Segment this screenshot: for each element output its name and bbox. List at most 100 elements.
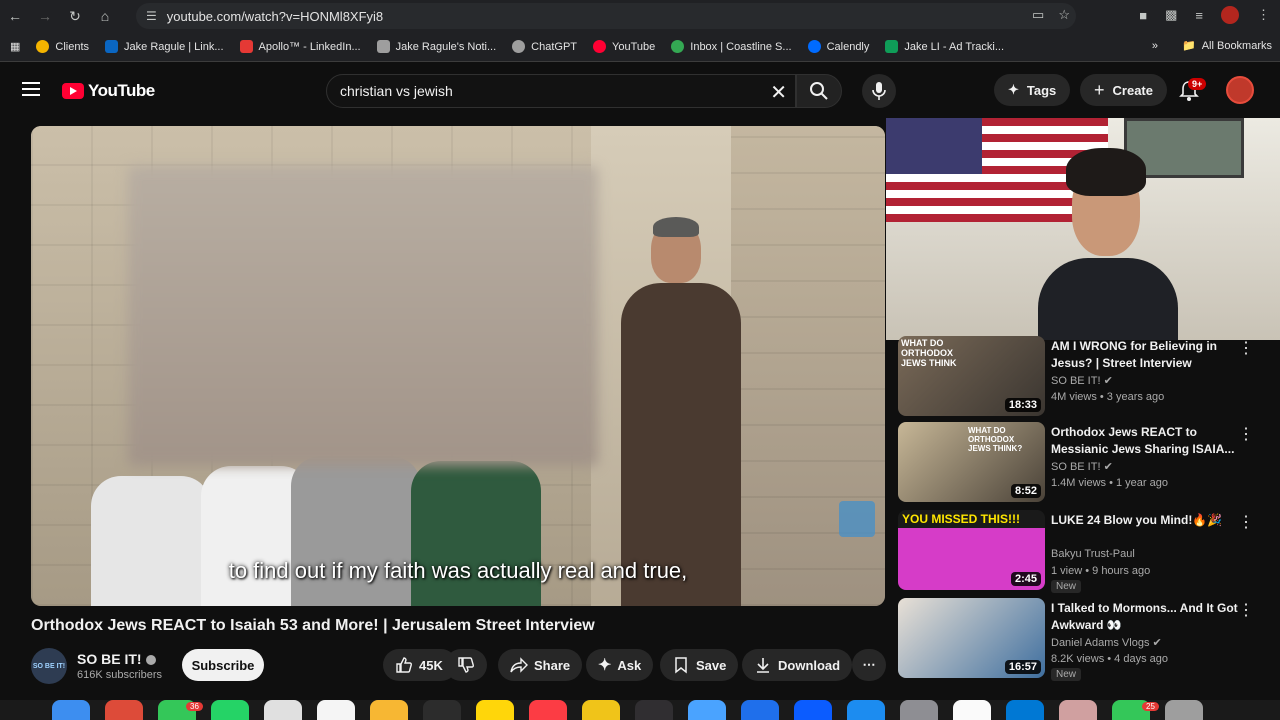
home-icon[interactable]: ⌂ — [90, 0, 120, 32]
forward-icon[interactable]: → — [30, 0, 60, 32]
obs-icon[interactable] — [635, 700, 673, 720]
voice-search-button[interactable] — [862, 74, 896, 108]
youtube-logo[interactable]: YouTube — [62, 81, 155, 101]
bookmark-item[interactable]: Clients — [28, 40, 97, 53]
bookmark-item[interactable]: Jake LI - Ad Tracki... — [877, 40, 1012, 53]
apps-grid-icon[interactable]: ▦ — [0, 40, 28, 53]
hamburger-menu-icon[interactable] — [22, 82, 40, 100]
more-vertical-icon[interactable]: ⋮ — [1238, 424, 1254, 444]
more-vertical-icon[interactable]: ⋮ — [1238, 600, 1254, 620]
verified-icon: ✔ — [1103, 461, 1113, 473]
profile-avatar[interactable] — [1221, 6, 1239, 24]
tags-label: Tags — [1026, 82, 1057, 98]
download-button[interactable]: Download — [742, 649, 853, 681]
figma-icon[interactable] — [423, 700, 461, 720]
notion-icon — [376, 40, 390, 53]
extensions-icon[interactable]: ■ — [1139, 8, 1147, 23]
all-bookmarks[interactable]: » 📁 All Bookmarks — [1152, 39, 1272, 53]
related-video-item[interactable]: WHAT DO ORTHODOX JEWS THINK? 8:52 Orthod… — [898, 422, 1270, 504]
channel-watermark[interactable] — [839, 501, 875, 537]
perplexity-icon[interactable] — [741, 700, 779, 720]
related-video-channel[interactable]: SO BE IT! ✔ — [1051, 460, 1113, 473]
install-icon[interactable]: ▭ — [1032, 7, 1044, 23]
create-button[interactable]: + Create — [1080, 74, 1167, 106]
share-button[interactable]: Share — [498, 649, 583, 681]
tags-button[interactable]: ✦ Tags — [994, 74, 1071, 106]
webcam-person — [1038, 148, 1178, 340]
new-badge: New — [1051, 668, 1082, 681]
finder-icon[interactable] — [52, 700, 90, 720]
back-icon[interactable]: ← — [0, 0, 30, 32]
save-button[interactable]: Save — [660, 649, 739, 681]
capcut-icon[interactable] — [953, 700, 991, 720]
bookmark-item[interactable]: YouTube — [585, 40, 663, 53]
related-video-item[interactable]: 16:57 I Talked to Mormons... And It Got … — [898, 598, 1270, 681]
chrome-icon[interactable] — [105, 700, 143, 720]
video-thumbnail[interactable]: 16:57 — [898, 598, 1045, 678]
bookmark-icon — [675, 657, 687, 674]
related-video-channel[interactable]: SO BE IT! ✔ — [1051, 374, 1113, 387]
chevron-right-icon[interactable]: » — [1152, 40, 1158, 52]
related-video-item[interactable]: WHAT DO ORTHODOX JEWS THINK 18:33 AM I W… — [898, 336, 1270, 418]
related-video-channel[interactable]: Bakyu Trust-Paul — [1051, 548, 1135, 560]
more-vertical-icon[interactable]: ⋮ — [1238, 512, 1254, 532]
related-video-title[interactable]: Orthodox Jews REACT to Messianic Jews Sh… — [1051, 424, 1247, 458]
site-info-icon[interactable]: ☰ — [146, 9, 157, 23]
video-thumbnail[interactable]: WHAT DO ORTHODOX JEWS THINK? 8:52 — [898, 422, 1045, 502]
reload-icon[interactable]: ↻ — [60, 0, 90, 32]
chrome-canary-icon[interactable] — [582, 700, 620, 720]
calendar-icon[interactable] — [317, 700, 355, 720]
bookmark-item[interactable]: Apollo™ - LinkedIn... — [232, 40, 369, 53]
address-bar[interactable]: ☰ youtube.com/watch?v=HONMl8XFyi8 ▭ ☆ — [136, 3, 1076, 29]
blurred-region — [128, 166, 598, 466]
preview-icon[interactable] — [1059, 700, 1097, 720]
music-icon[interactable] — [529, 700, 567, 720]
bookmark-star-icon[interactable]: ☆ — [1058, 7, 1070, 23]
more-actions-button[interactable]: ⋯ — [852, 649, 886, 681]
video-person — [621, 217, 741, 606]
dislike-button[interactable] — [445, 649, 487, 681]
photos-icon[interactable] — [370, 700, 408, 720]
zoom-icon[interactable] — [794, 700, 832, 720]
related-video-title[interactable]: AM I WRONG for Believing in Jesus? | Str… — [1051, 338, 1247, 372]
related-video-item[interactable]: YOU MISSED THIS!!! 2:45 LUKE 24 Blow you… — [898, 510, 1270, 593]
reading-list-icon[interactable]: ≡ — [1195, 8, 1203, 23]
notes-icon[interactable] — [476, 700, 514, 720]
user-avatar[interactable] — [1226, 76, 1254, 104]
thumbs-up-icon — [396, 657, 412, 673]
related-video-title[interactable]: I Talked to Mormons... And It Got Awkwar… — [1051, 600, 1247, 634]
bookmark-item[interactable]: Calendly — [800, 40, 878, 53]
video-thumbnail[interactable]: YOU MISSED THIS!!! 2:45 — [898, 510, 1045, 590]
channel-name[interactable]: SO BE IT! — [77, 651, 156, 667]
bookmark-label: Inbox | Coastline S... — [690, 40, 792, 53]
whatsapp-icon[interactable] — [211, 700, 249, 720]
settings-icon[interactable] — [900, 700, 938, 720]
video-player[interactable]: to find out if my faith was actually rea… — [31, 126, 885, 606]
finder-alt-icon[interactable] — [688, 700, 726, 720]
ask-button[interactable]: ✦ Ask — [586, 649, 654, 681]
more-vertical-icon[interactable]: ⋮ — [1238, 338, 1254, 358]
app-store-icon[interactable] — [847, 700, 885, 720]
video-thumbnail[interactable]: WHAT DO ORTHODOX JEWS THINK 18:33 — [898, 336, 1045, 416]
bookmark-label: Clients — [55, 40, 90, 53]
bookmark-item[interactable]: Jake Ragule's Noti... — [369, 40, 505, 53]
bookmark-item[interactable]: Inbox | Coastline S... — [663, 40, 799, 53]
channel-avatar-text: SO BE IT! — [32, 662, 66, 670]
search-button[interactable] — [796, 74, 842, 108]
slack-icon[interactable] — [264, 700, 302, 720]
bookmark-item[interactable]: Jake Ragule | Link... — [97, 40, 231, 53]
subscribe-button[interactable]: Subscribe — [182, 649, 264, 681]
menu-icon[interactable]: ⋮ — [1257, 7, 1270, 23]
related-video-title[interactable]: LUKE 24 Blow you Mind!🔥🎉 — [1051, 512, 1247, 529]
sheets-icon — [885, 40, 899, 53]
related-video-channel[interactable]: Daniel Adams Vlogs ✔ — [1051, 636, 1162, 649]
search-input[interactable]: christian vs jewish ✕ — [326, 74, 796, 108]
vscode-icon[interactable] — [1006, 700, 1044, 720]
tab-search-icon[interactable]: ▩ — [1165, 7, 1177, 23]
trash-icon[interactable] — [1165, 700, 1203, 720]
channel-avatar[interactable]: SO BE IT! — [31, 648, 67, 684]
bookmark-item[interactable]: ChatGPT — [504, 40, 585, 53]
dock-badge: 25 — [1142, 702, 1159, 711]
clear-search-icon[interactable]: ✕ — [770, 80, 787, 105]
search-input-value: christian vs jewish — [340, 83, 453, 99]
